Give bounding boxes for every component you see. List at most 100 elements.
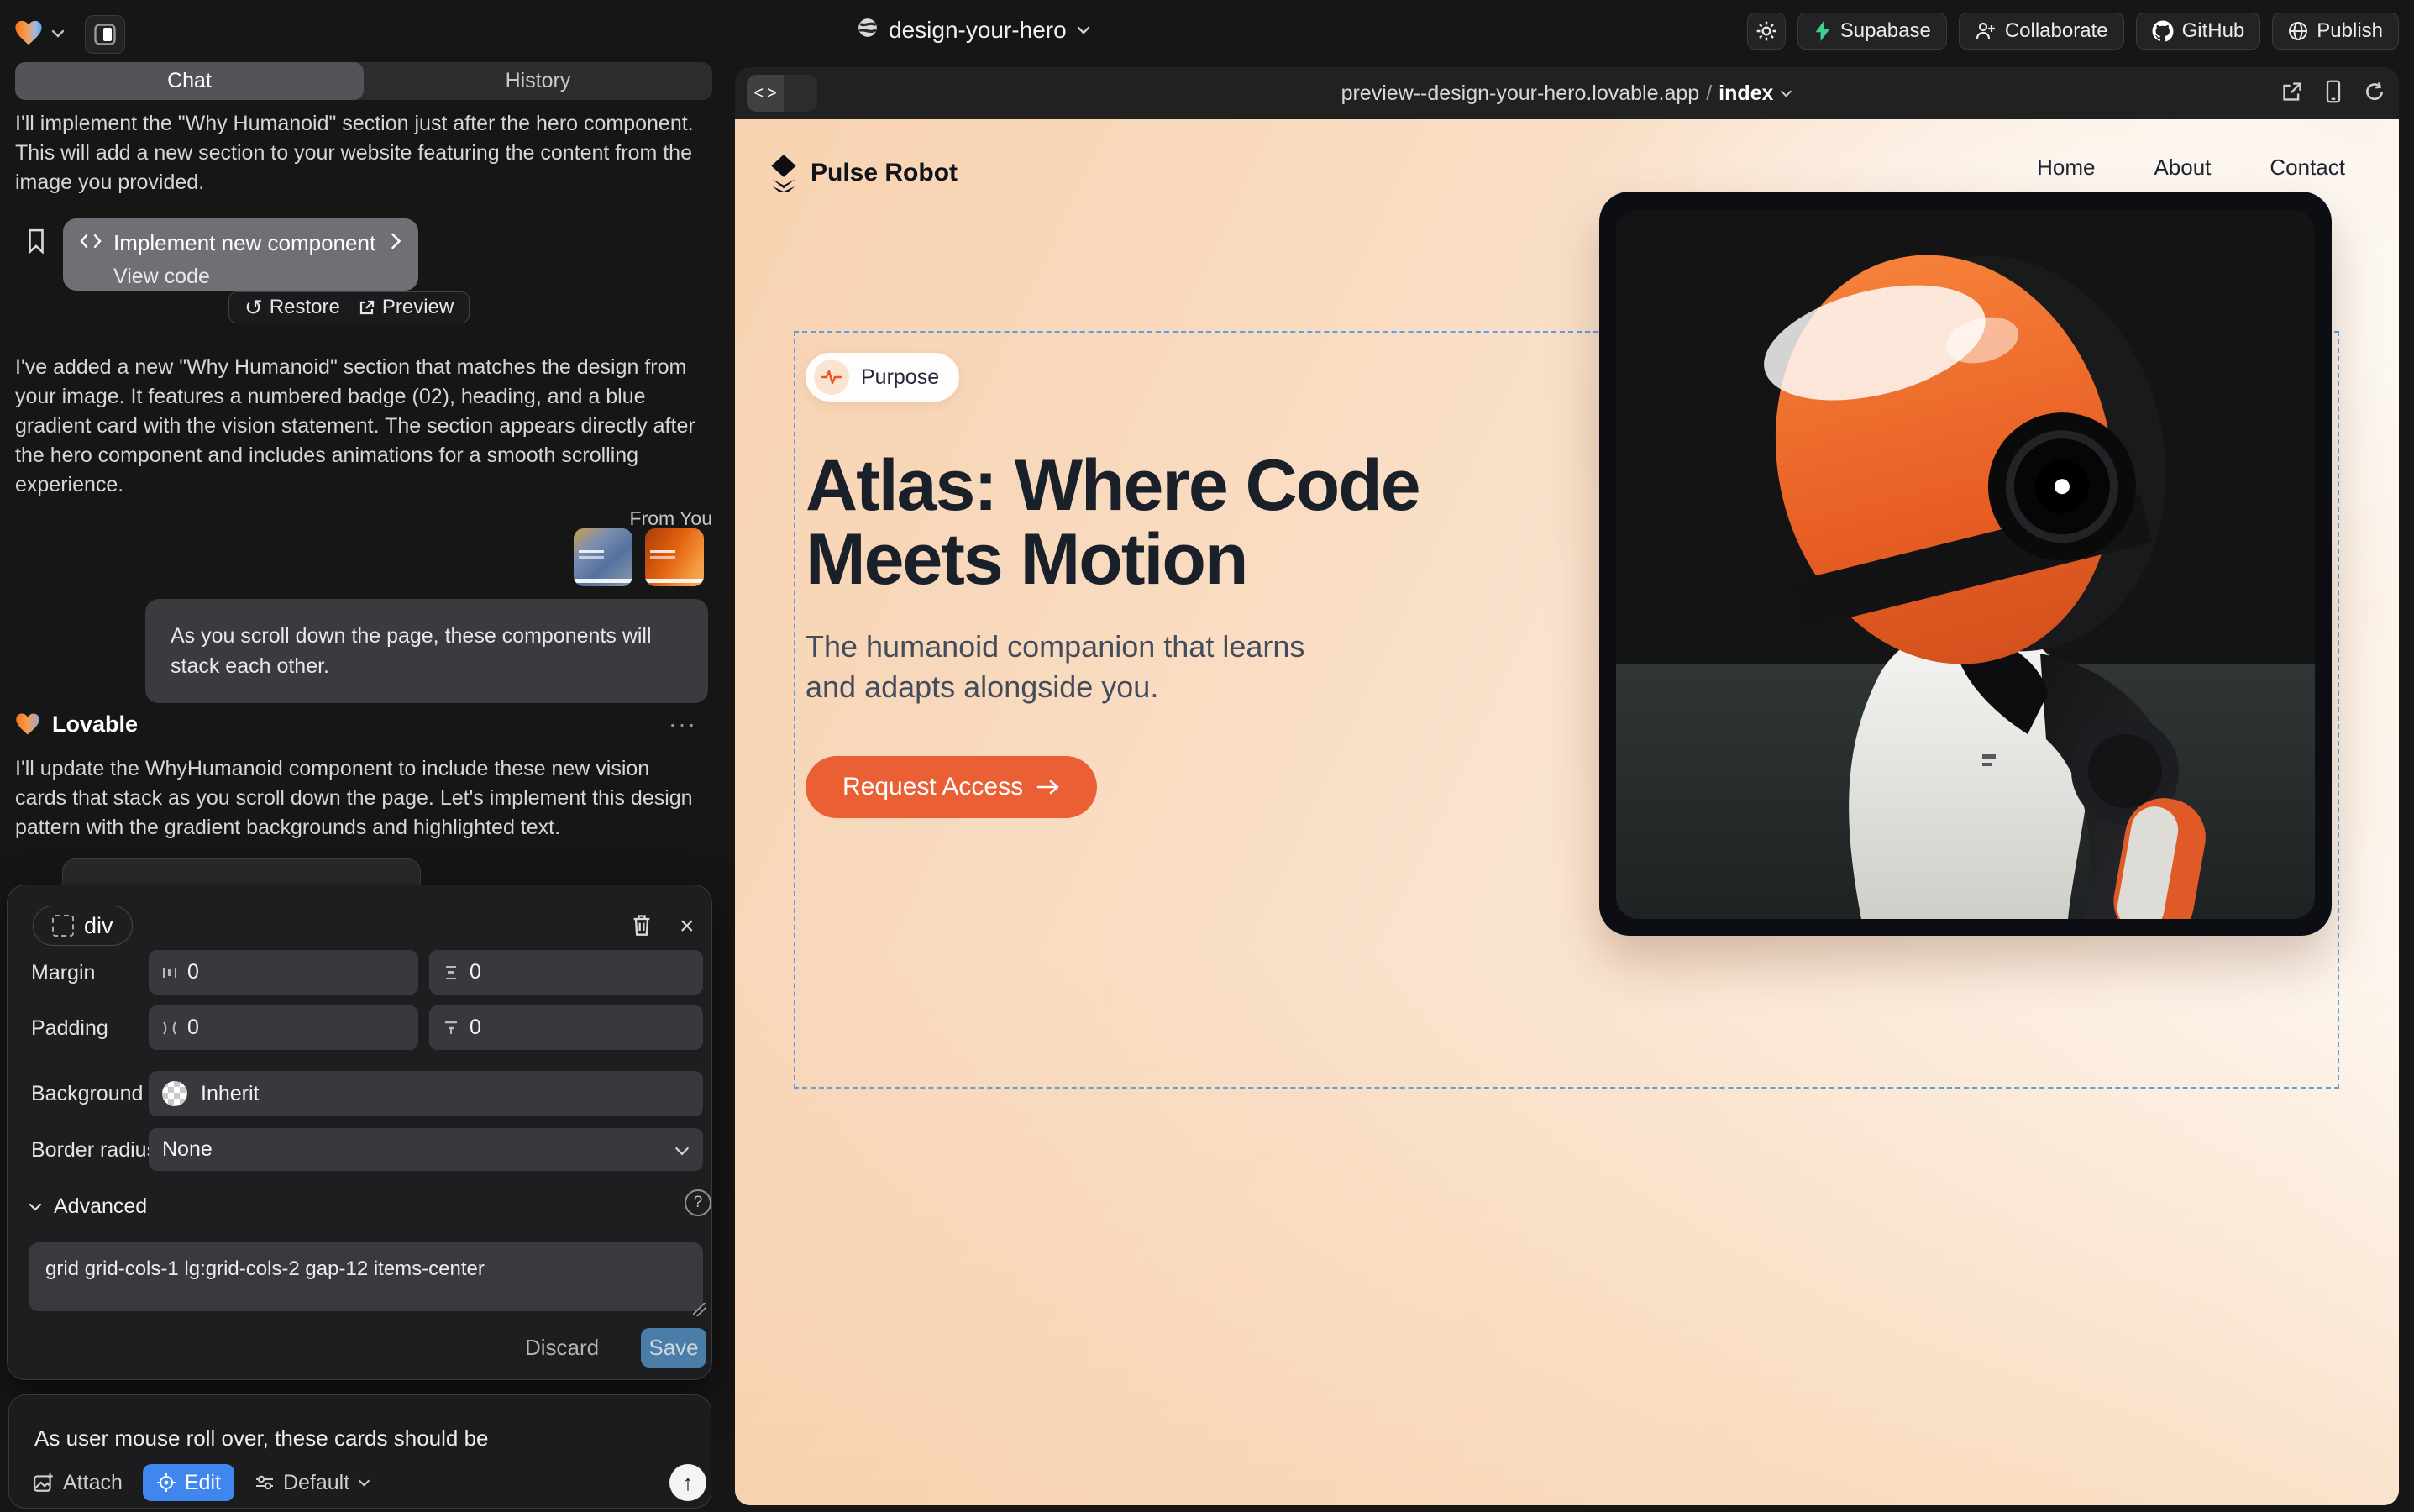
view-code-link[interactable]: View code <box>113 265 401 289</box>
edit-mode-button[interactable]: Edit <box>143 1464 234 1501</box>
robot-image <box>1616 210 2315 919</box>
assistant-header: Lovable ··· <box>15 710 697 738</box>
preview-button[interactable]: Preview <box>359 296 454 319</box>
attach-image-icon <box>33 1472 55 1494</box>
transparent-swatch <box>162 1081 187 1106</box>
supabase-icon <box>1813 21 1832 41</box>
nav-link-about[interactable]: About <box>2154 155 2211 181</box>
restore-button[interactable]: ↺ Restore <box>244 296 340 319</box>
top-bar: design-your-hero Supabase <box>0 0 2414 60</box>
chevron-down-icon[interactable] <box>51 27 65 42</box>
attachment-thumbnail[interactable] <box>574 528 632 586</box>
padding-y-input[interactable]: 0 <box>429 1005 703 1050</box>
attach-button[interactable]: Attach <box>33 1471 123 1495</box>
project-name: design-your-hero <box>889 17 1067 44</box>
background-label: Background <box>31 1082 143 1106</box>
chat-composer[interactable]: As user mouse roll over, these cards sho… <box>8 1394 711 1509</box>
margin-y-input[interactable]: 0 <box>429 950 703 995</box>
assistant-message: I'll update the WhyHumanoid component to… <box>15 754 702 843</box>
publish-globe-icon <box>2288 21 2308 41</box>
resize-handle[interactable] <box>693 1303 706 1316</box>
publish-button[interactable]: Publish <box>2272 13 2399 50</box>
preview-toolbar: < > preview--design-your-hero.lovable.ap… <box>735 67 2399 119</box>
advanced-classes-textarea[interactable]: grid grid-cols-1 lg:grid-cols-2 gap-12 i… <box>29 1242 703 1311</box>
hero-heading: Atlas: Where Code Meets Motion <box>806 449 1561 596</box>
dashed-box-icon <box>52 915 74 937</box>
background-input[interactable]: Inherit <box>149 1071 703 1116</box>
margin-x-input[interactable]: 0 <box>149 950 418 995</box>
component-version-card[interactable]: Implement new component View code <box>63 218 418 291</box>
attachment-thumbnail[interactable] <box>645 528 704 586</box>
hero-content: Purpose Atlas: Where Code Meets Motion T… <box>806 353 1561 818</box>
bookmark-icon[interactable] <box>27 228 45 258</box>
external-link-icon <box>359 299 375 316</box>
tab-chat[interactable]: Chat <box>15 62 364 100</box>
purpose-badge: Purpose <box>806 353 959 402</box>
app-window: design-your-hero Supabase <box>0 0 2414 1512</box>
padding-label: Padding <box>31 1016 108 1041</box>
border-radius-select[interactable]: None <box>149 1128 703 1171</box>
supabase-button[interactable]: Supabase <box>1797 13 1947 50</box>
element-inspector-panel: div × Margin 0 0 Padding 0 <box>7 885 712 1380</box>
settings-button[interactable] <box>1747 13 1786 50</box>
pulse-robot-logo-icon <box>769 155 799 192</box>
chevron-down-icon <box>358 1479 370 1487</box>
request-access-button[interactable]: Request Access <box>806 756 1097 818</box>
project-switcher[interactable]: design-your-hero <box>857 0 1090 60</box>
site-logo[interactable]: Pulse Robot <box>769 155 958 192</box>
advanced-section-toggle[interactable]: Advanced <box>29 1194 147 1219</box>
open-in-new-tab-button[interactable] <box>2281 81 2303 107</box>
tab-history[interactable]: History <box>364 62 712 100</box>
assistant-message: I'll implement the "Why Humanoid" sectio… <box>15 109 702 197</box>
arrow-right-icon <box>1036 779 1060 795</box>
chat-history-tabs: Chat History <box>15 62 712 100</box>
help-icon[interactable]: ? <box>685 1189 711 1216</box>
chevron-down-icon <box>674 1137 690 1162</box>
discard-button[interactable]: Discard <box>525 1328 599 1368</box>
component-card-title: Implement new component <box>113 230 375 256</box>
margin-horizontal-icon <box>162 964 177 981</box>
preview-url: preview--design-your-hero.lovable.app <box>1341 81 1700 106</box>
from-you-label: From You <box>0 507 712 530</box>
delete-element-button[interactable] <box>631 913 653 941</box>
user-message-bubble: As you scroll down the page, these compo… <box>145 599 708 703</box>
sliders-icon <box>255 1473 275 1492</box>
restore-icon: ↺ <box>244 297 263 318</box>
preview-url-bar[interactable]: preview--design-your-hero.lovable.app / … <box>735 67 2399 119</box>
nav-link-home[interactable]: Home <box>2037 155 2095 181</box>
chevron-down-icon <box>1780 90 1792 97</box>
globe-icon <box>857 17 879 45</box>
padding-vertical-icon <box>443 1021 459 1036</box>
collaborate-icon <box>1975 21 1997 41</box>
padding-x-input[interactable]: 0 <box>149 1005 418 1050</box>
gear-icon <box>1755 20 1777 42</box>
send-button[interactable]: ↑ <box>669 1464 706 1501</box>
message-menu-button[interactable]: ··· <box>669 711 697 738</box>
composer-input[interactable]: As user mouse roll over, these cards sho… <box>34 1425 489 1452</box>
preview-page: index <box>1719 81 1773 106</box>
lovable-heart-logo[interactable] <box>14 19 43 50</box>
save-button[interactable]: Save <box>641 1328 706 1368</box>
border-radius-label: Border radius <box>31 1138 157 1163</box>
collaborate-button[interactable]: Collaborate <box>1959 13 2124 50</box>
close-icon[interactable]: × <box>680 912 695 941</box>
margin-vertical-icon <box>443 965 459 980</box>
refresh-button[interactable] <box>2364 81 2385 107</box>
model-mode-select[interactable]: Default <box>255 1471 370 1495</box>
mobile-view-button[interactable] <box>2325 80 2342 108</box>
restore-preview-toolbar: ↺ Restore Preview <box>228 291 470 323</box>
sidebar-toggle-button[interactable] <box>85 15 125 54</box>
margin-label: Margin <box>31 961 95 985</box>
lovable-heart-icon <box>15 712 40 736</box>
hero-robot-card <box>1599 192 2332 936</box>
code-icon <box>80 234 102 253</box>
github-icon <box>2152 20 2174 42</box>
pulse-icon <box>814 360 849 395</box>
preview-panel: < > preview--design-your-hero.lovable.ap… <box>735 67 2399 1505</box>
selected-element-pill[interactable]: div <box>33 906 133 946</box>
padding-horizontal-icon <box>162 1020 177 1037</box>
chevron-down-icon <box>1077 26 1090 34</box>
nav-link-contact[interactable]: Contact <box>2270 155 2345 181</box>
github-button[interactable]: GitHub <box>2136 13 2261 50</box>
assistant-message: I've added a new "Why Humanoid" section … <box>15 353 702 500</box>
